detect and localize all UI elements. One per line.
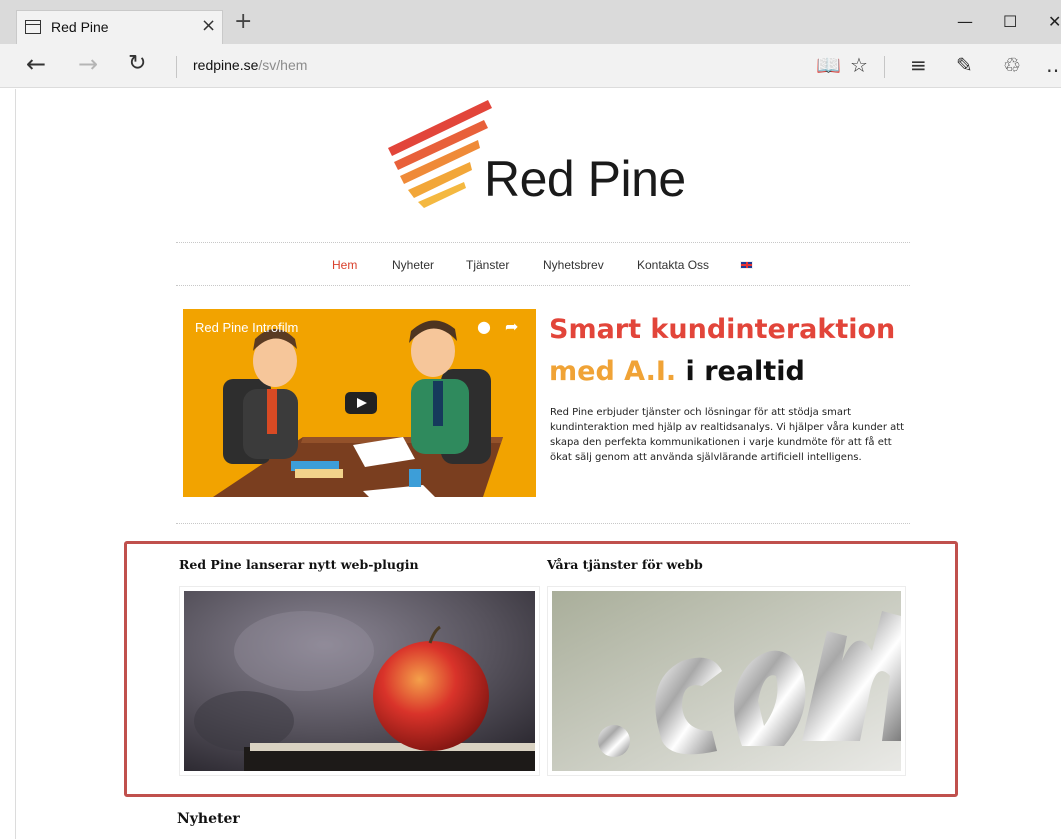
watch-later-clock-icon[interactable]: ●	[477, 317, 491, 336]
favorite-star-icon[interactable]: ☆	[850, 54, 868, 76]
close-window-icon[interactable]: ✕	[1048, 12, 1061, 32]
uk-flag-icon[interactable]	[740, 261, 753, 269]
reading-view-icon[interactable]: 📖	[816, 54, 841, 76]
play-button[interactable]	[345, 392, 377, 414]
tab-title: Red Pine	[51, 19, 109, 35]
nav-item-nyheter[interactable]: Nyheter	[392, 258, 434, 272]
video-share-icon[interactable]: ➦	[505, 317, 518, 336]
brand-name: Red Pine	[484, 151, 686, 207]
nav-item-nyhetsbrev[interactable]: Nyhetsbrev	[543, 258, 604, 272]
url-field[interactable]: redpine.se/sv/hem	[193, 57, 307, 73]
back-arrow-icon[interactable]: ←	[26, 52, 46, 76]
nav-bottom-border	[176, 285, 910, 286]
hero-line2-orange: med A.I.	[549, 356, 677, 387]
minimize-icon[interactable]: —	[957, 12, 973, 32]
hero-headline-line2: med A.I. i realtid	[549, 355, 805, 389]
new-tab-button[interactable]: +	[234, 11, 252, 33]
url-host: redpine.se	[193, 57, 259, 73]
hub-icon[interactable]: ≡	[910, 54, 927, 76]
web-note-icon[interactable]: ✎	[956, 54, 973, 76]
address-separator	[176, 56, 177, 78]
intro-video-player[interactable]: Red Pine Introfilm ● ➦	[183, 309, 536, 497]
browser-tab[interactable]: Red Pine ×	[16, 10, 223, 44]
more-icon[interactable]: …	[1046, 54, 1061, 76]
forward-arrow-icon[interactable]: →	[78, 52, 98, 76]
refresh-icon[interactable]: ↻	[128, 52, 146, 76]
url-path: /sv/hem	[258, 57, 308, 73]
card-title-web-services[interactable]: Våra tjänster för webb	[547, 557, 703, 572]
apple-on-books-image	[184, 591, 535, 771]
video-title: Red Pine Introfilm	[195, 320, 299, 335]
dot-com-letters-image	[552, 591, 901, 771]
nav-item-tjanster[interactable]: Tjänster	[466, 258, 509, 272]
maximize-icon[interactable]: ☐	[1003, 12, 1017, 32]
share-icon[interactable]: ♲	[1003, 54, 1021, 76]
news-section-title: Nyheter	[177, 811, 240, 827]
toolbar-separator	[884, 56, 885, 78]
nav-top-border	[176, 242, 910, 243]
nav-item-hem[interactable]: Hem	[332, 258, 357, 272]
hero-headline-line1: Smart kundinteraktion	[549, 313, 895, 347]
address-bar: ← → ↻ redpine.se/sv/hem 📖 ☆ ≡ ✎ ♲ …	[0, 44, 1061, 88]
card-web-services[interactable]	[547, 586, 906, 776]
section-divider	[176, 523, 910, 524]
card-web-plugin[interactable]	[179, 586, 540, 776]
hero-line1-text: Smart kundinteraktion	[549, 314, 896, 345]
nav-item-kontakta-oss[interactable]: Kontakta Oss	[637, 258, 709, 272]
red-pine-logo-icon	[388, 100, 492, 208]
tab-bar: Red Pine × + — ☐ ✕	[0, 0, 1061, 44]
hero-intro-text: Red Pine erbjuder tjänster och lösningar…	[550, 407, 905, 463]
card-title-web-plugin[interactable]: Red Pine lanserar nytt web-plugin	[179, 557, 419, 572]
hero-line2-dark: i realtid	[685, 356, 805, 387]
tab-page-icon	[25, 20, 41, 34]
tab-close-icon[interactable]: ×	[201, 15, 216, 36]
